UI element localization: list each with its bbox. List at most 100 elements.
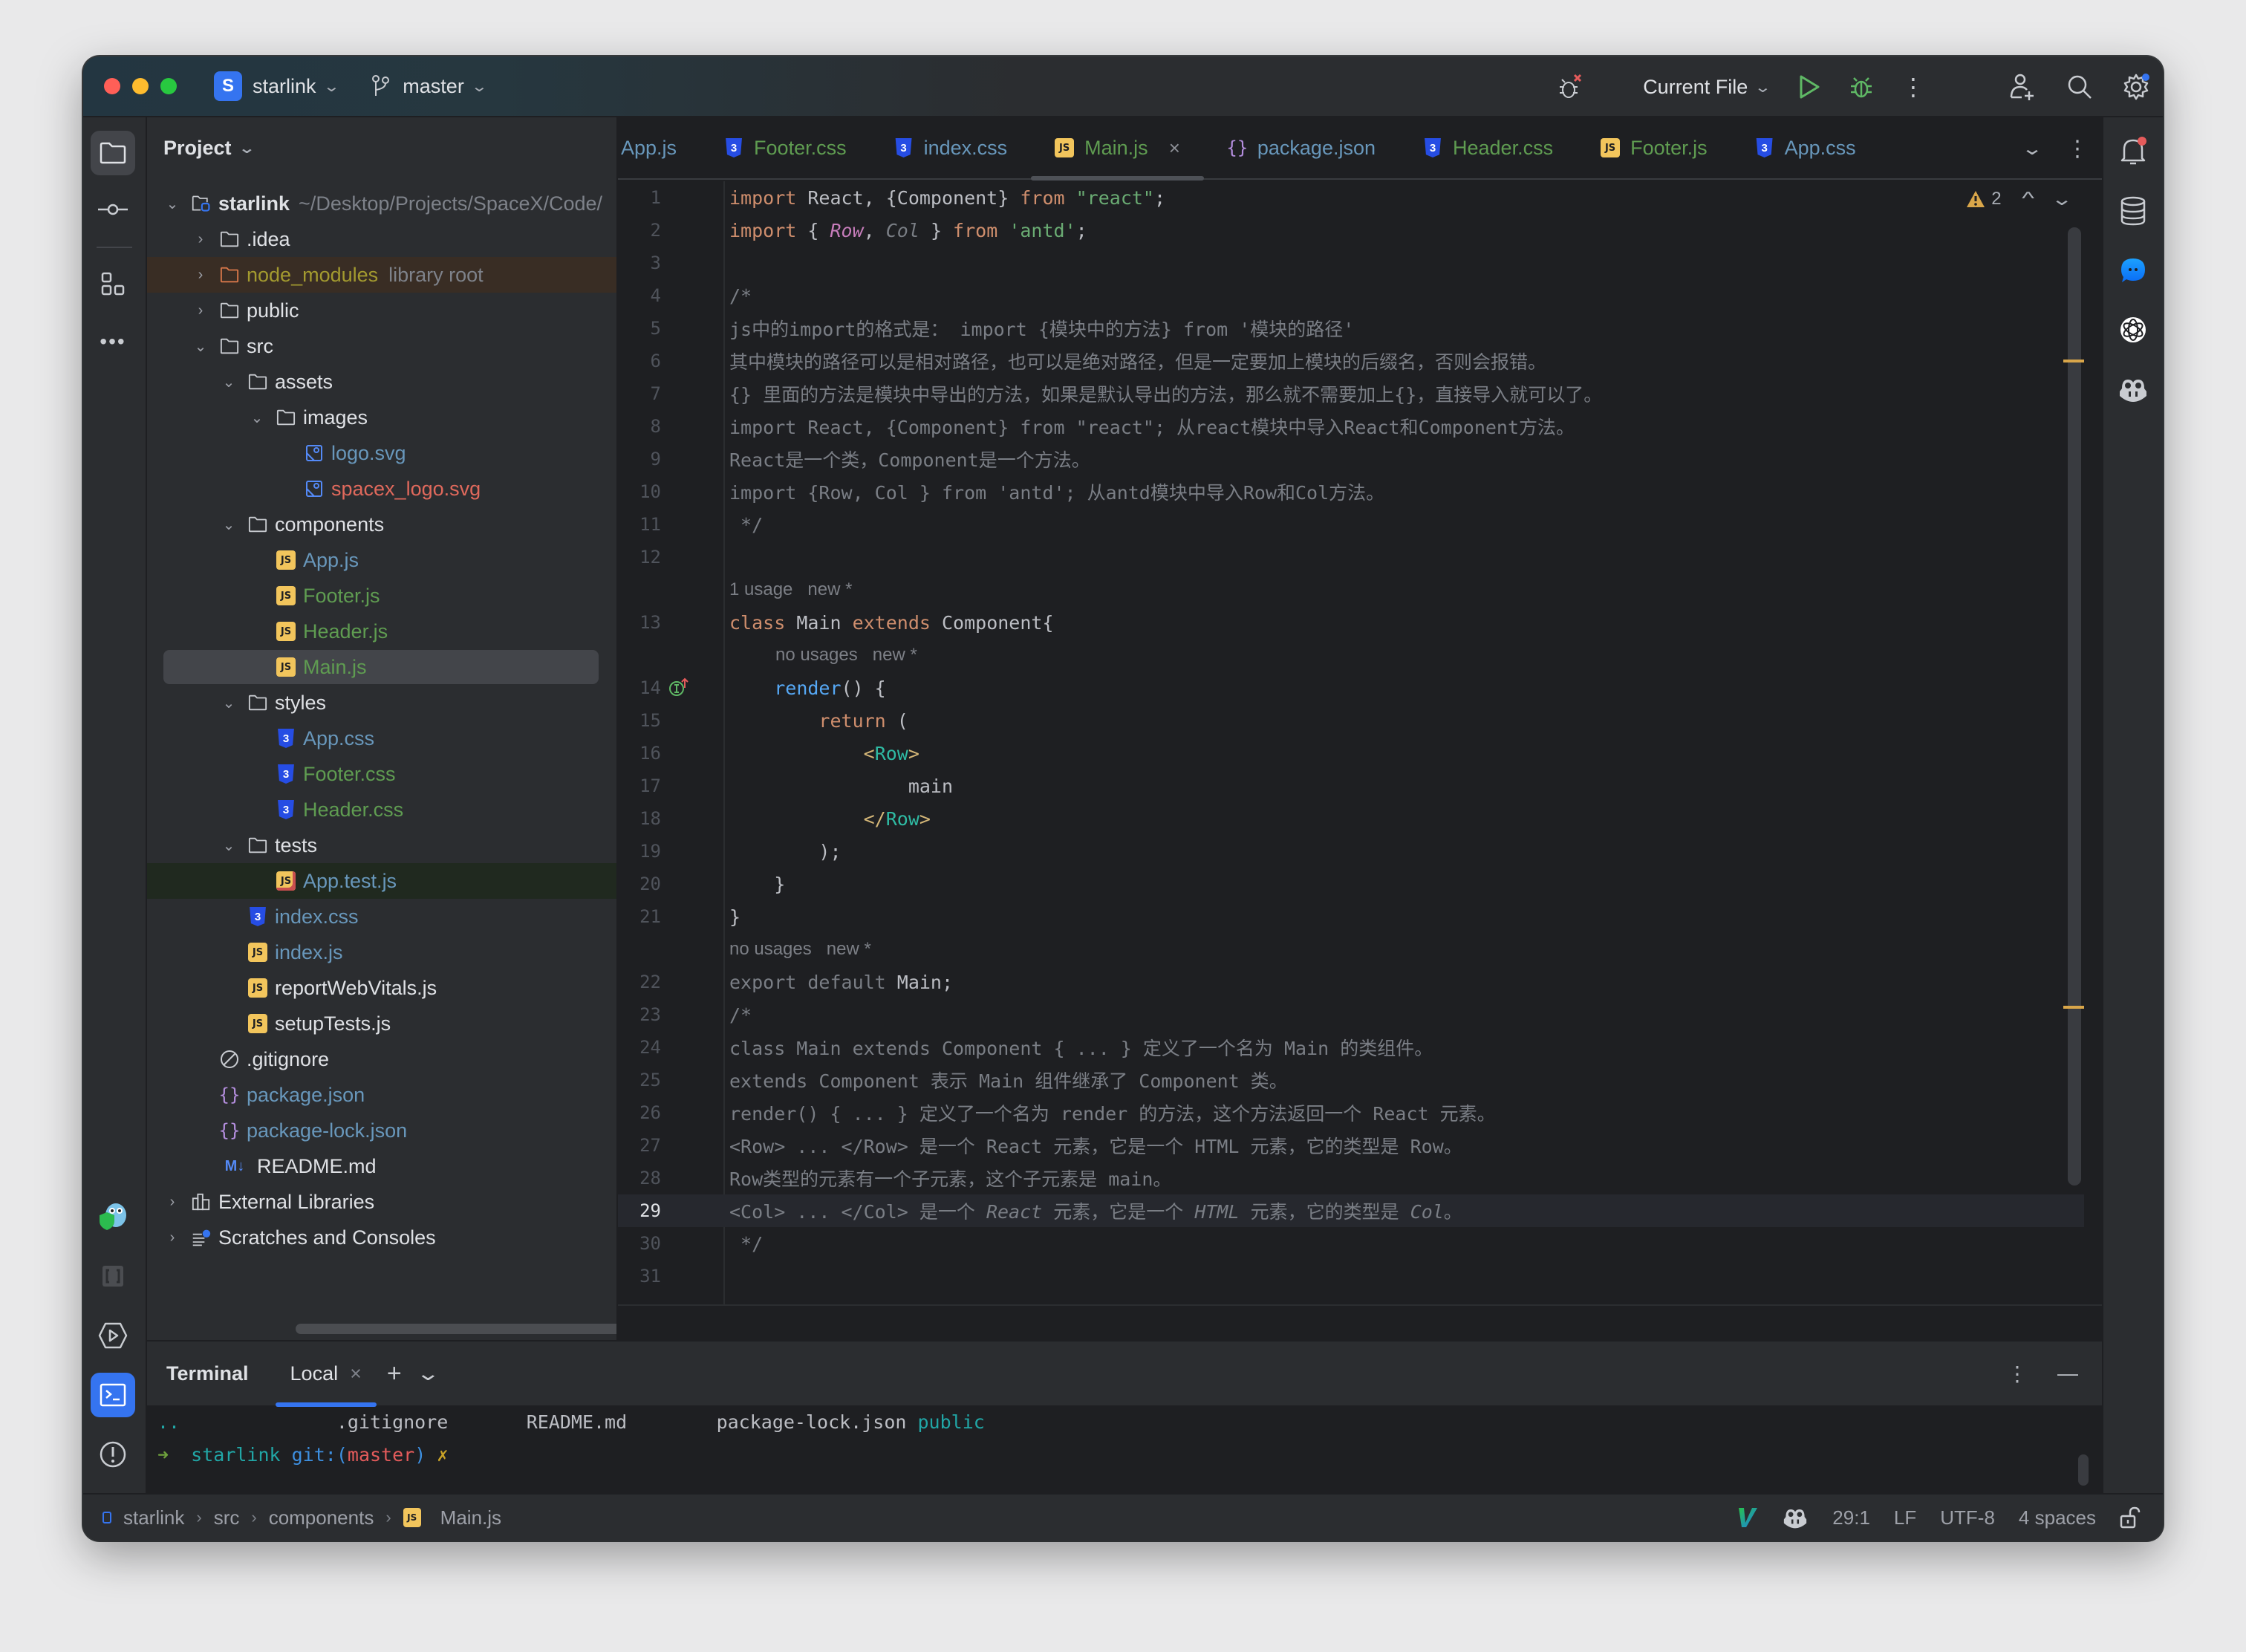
editor-tab[interactable]: 3 App.css — [1731, 117, 1880, 179]
settings-button[interactable] — [2118, 69, 2154, 105]
vim-plugin-icon[interactable] — [1737, 1506, 1758, 1529]
services-tool-button[interactable] — [91, 1313, 135, 1358]
tree-item[interactable]: 3 index.css — [147, 899, 616, 934]
close-tab-icon[interactable]: × — [1169, 137, 1180, 160]
branch-selector[interactable]: master ⌄ — [337, 74, 488, 99]
debug-button[interactable] — [1843, 69, 1879, 105]
editor-vertical-scrollbar[interactable] — [2068, 227, 2081, 1186]
inspections-widget[interactable]: 2 ^ ⌄ — [1966, 181, 2073, 217]
tree-item[interactable]: ⌄ tests — [147, 827, 616, 863]
editor-tab[interactable]: 3 Header.css — [1399, 117, 1577, 179]
minimize-window-button[interactable] — [132, 78, 149, 94]
chevron-down-icon[interactable]: ⌄ — [220, 373, 238, 391]
chevron-down-icon[interactable]: ⌄ — [220, 836, 238, 855]
tree-item[interactable]: .gitignore — [147, 1041, 616, 1077]
previous-highlight-button[interactable]: ^ — [2022, 189, 2034, 209]
editor-tab[interactable]: 3 index.css — [870, 117, 1032, 179]
chevron-down-icon[interactable]: ⌄ — [248, 409, 266, 427]
warning-marker[interactable] — [2063, 360, 2084, 362]
chevron-down-icon[interactable]: ⌄ — [220, 516, 238, 534]
hide-terminal-button[interactable]: — — [2057, 1362, 2078, 1385]
tree-item[interactable]: ⌄ images — [147, 400, 616, 435]
tree-item[interactable]: JS Main.js — [147, 649, 616, 685]
editor-tab[interactable]: JS Footer.js — [1577, 117, 1731, 179]
tree-item[interactable]: spacex_logo.svg — [147, 471, 616, 507]
code-lens[interactable]: no usages new * — [729, 939, 871, 960]
file-encoding[interactable]: UTF-8 — [1940, 1506, 1995, 1529]
terminal-tool-button[interactable] — [91, 1373, 135, 1417]
tree-item[interactable]: 3 App.css — [147, 721, 616, 756]
tree-item[interactable]: JS reportWebVitals.js — [147, 970, 616, 1006]
copilot-status-icon[interactable] — [1782, 1506, 1809, 1529]
terminal-tab-local[interactable]: Local × — [275, 1342, 377, 1407]
project-tool-button[interactable] — [91, 131, 135, 175]
code-lens[interactable]: 1 usage new * — [729, 579, 852, 600]
warning-marker[interactable] — [2063, 1006, 2084, 1009]
code-with-me-button[interactable] — [2005, 69, 2041, 105]
chevron-right-icon[interactable]: › — [192, 267, 209, 284]
tree-item[interactable]: JS App.test.js — [147, 863, 616, 899]
new-terminal-button[interactable]: + — [387, 1359, 402, 1388]
close-window-button[interactable] — [104, 78, 120, 94]
search-everywhere-button[interactable] — [2062, 69, 2097, 105]
terminal-scrollbar[interactable] — [2078, 1454, 2089, 1486]
chevron-right-icon[interactable]: › — [192, 302, 209, 319]
tree-item[interactable]: 3 Footer.css — [147, 756, 616, 792]
tree-root-starlink[interactable]: ⌄ starlink ~/Desktop/Projects/SpaceX/Cod… — [147, 186, 616, 221]
tree-item[interactable]: › node_modules library root — [147, 257, 616, 293]
database-tool-button[interactable] — [2111, 189, 2155, 233]
caret-position[interactable]: 29:1 — [1832, 1506, 1870, 1529]
editor-tab[interactable]: {} package.json — [1204, 117, 1399, 179]
tab-options-button[interactable]: ⋮ — [2066, 136, 2089, 162]
notifications-button[interactable] — [2111, 129, 2155, 174]
next-highlight-button[interactable]: ⌄ — [2051, 189, 2073, 210]
terminal-output[interactable]: .. .gitignore README.md package-lock.jso… — [147, 1405, 2102, 1471]
tree-item[interactable]: › .idea — [147, 221, 616, 257]
more-actions-button[interactable]: ⋮ — [1895, 69, 1931, 105]
gopher-plugin-button[interactable] — [91, 1193, 135, 1238]
tree-item[interactable]: ⌄ styles — [147, 685, 616, 721]
project-panel-header[interactable]: Project ⌄ — [147, 117, 616, 178]
terminal-dropdown-button[interactable]: ⌄ — [415, 1362, 440, 1385]
tree-item[interactable]: JS setupTests.js — [147, 1006, 616, 1041]
code-editor[interactable]: 1 import React, {Component} from "react";… — [618, 181, 2084, 1304]
show-hidden-tabs-button[interactable]: ⌄ — [2021, 138, 2043, 160]
editor-tab[interactable]: 3 Footer.css — [700, 117, 870, 179]
chevron-down-icon[interactable]: ⌄ — [220, 694, 238, 712]
tree-item[interactable]: › Scratches and Consoles — [147, 1220, 616, 1255]
chatgpt-plugin-button[interactable] — [2111, 308, 2155, 352]
more-tools-button[interactable]: ••• — [91, 319, 135, 364]
tree-item[interactable]: ⌄ src — [147, 328, 616, 364]
problems-tool-button[interactable] — [91, 1432, 135, 1477]
copilot-button[interactable] — [2111, 367, 2155, 412]
tree-item[interactable]: JS App.js — [147, 542, 616, 578]
editor-tab[interactable]: App.js — [597, 117, 700, 179]
breadcrumb-item[interactable]: Main.js — [440, 1506, 501, 1529]
commit-tool-button[interactable] — [91, 187, 135, 232]
run-button[interactable] — [1791, 69, 1827, 105]
breadcrumb-item[interactable]: src — [214, 1506, 240, 1529]
implements-gutter-icon[interactable] — [668, 677, 691, 703]
json-parser-button[interactable] — [91, 1254, 135, 1298]
tree-item[interactable]: logo.svg — [147, 435, 616, 471]
chevron-down-icon[interactable]: ⌄ — [163, 195, 181, 213]
tree-item[interactable]: {} package-lock.json — [147, 1113, 616, 1148]
structure-tool-button[interactable] — [91, 261, 135, 306]
chat-plugin-button[interactable] — [2111, 248, 2155, 293]
chevron-right-icon[interactable]: › — [192, 231, 209, 248]
code-lens[interactable]: no usages new * — [775, 645, 917, 666]
terminal-options-button[interactable]: ⋮ — [2007, 1362, 2028, 1386]
run-configuration-selector[interactable]: Current File ⌄ — [1633, 76, 1771, 99]
editor-tab[interactable]: JS Main.js × — [1031, 117, 1204, 181]
tree-item[interactable]: ⌄ assets — [147, 364, 616, 400]
debug-disabled-button[interactable] — [1552, 69, 1588, 105]
chevron-down-icon[interactable]: ⌄ — [192, 337, 209, 356]
zoom-window-button[interactable] — [160, 78, 177, 94]
chevron-right-icon[interactable]: › — [163, 1229, 181, 1246]
close-tab-icon[interactable]: × — [350, 1362, 362, 1385]
tree-item[interactable]: JS Footer.js — [147, 578, 616, 614]
indent-setting[interactable]: 4 spaces — [2019, 1506, 2096, 1529]
chevron-right-icon[interactable]: › — [163, 1194, 181, 1211]
tree-item[interactable]: › External Libraries — [147, 1184, 616, 1220]
unlock-icon[interactable] — [2120, 1506, 2141, 1529]
